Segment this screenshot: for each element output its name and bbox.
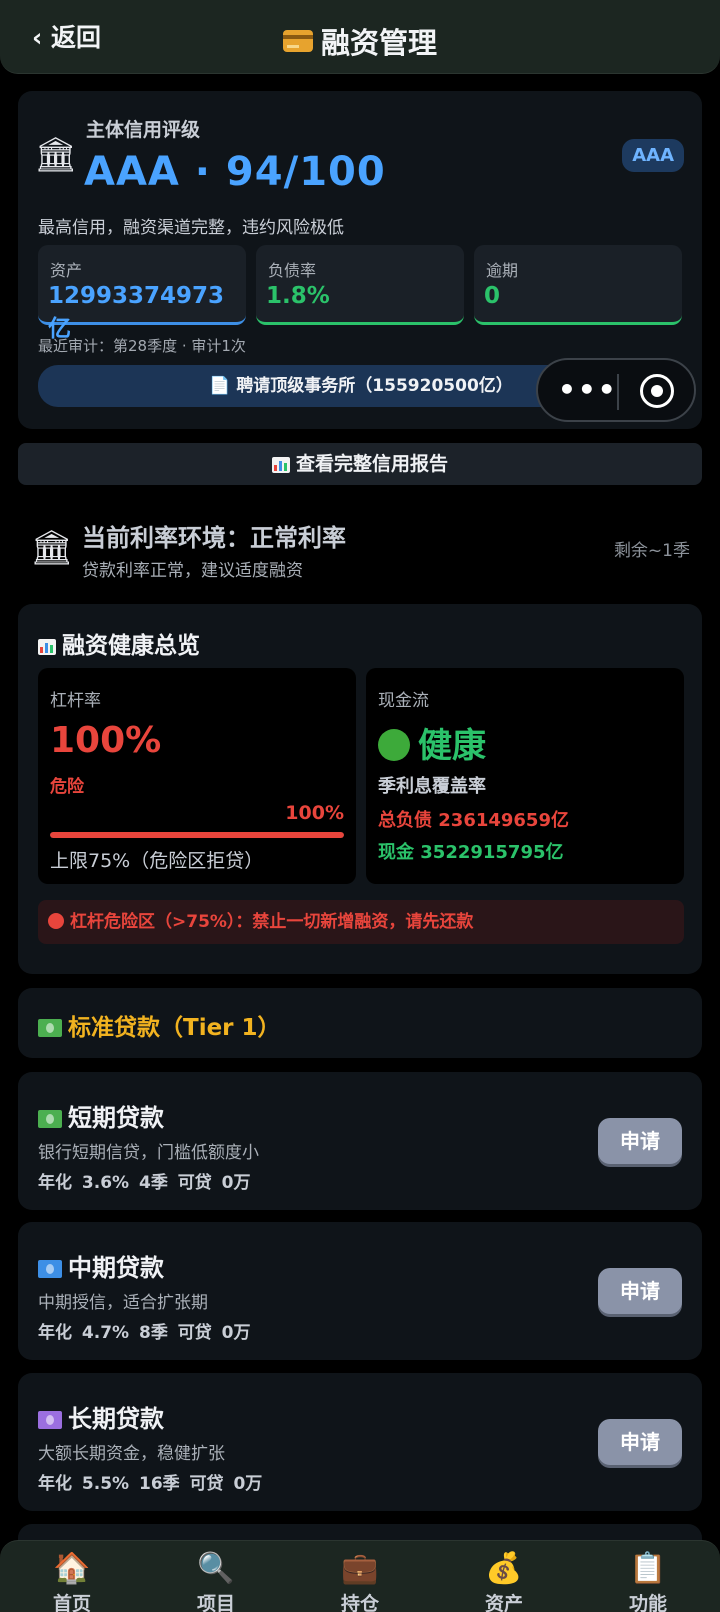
- leverage-warning: 杠杆危险区（>75%）：禁止一切新增融资，请先还款: [38, 900, 684, 944]
- loan-title-text: 长期贷款: [68, 1405, 164, 1433]
- tier-title-text: 标准贷款（Tier 1）: [68, 1015, 281, 1041]
- magnifier-icon: 🔍: [197, 1551, 235, 1586]
- stat-label: 逾期: [486, 261, 519, 280]
- loan-description: 大额长期资金，稳健扩张: [38, 1444, 225, 1464]
- loan-description: 银行短期信贷，门槛低额度小: [38, 1143, 259, 1163]
- leverage-box: 杠杆率 100% 危险 100% 上限75%（危险区拒贷）: [38, 668, 356, 884]
- health-title: 融资健康总览: [38, 626, 200, 660]
- tier-title: 标准贷款（Tier 1）: [38, 1008, 281, 1042]
- mini-program-capsule: •••: [536, 358, 696, 422]
- loan-title: 短期贷款: [38, 1098, 164, 1133]
- nav-home[interactable]: 🏠 首页: [22, 1549, 122, 1612]
- bottom-navigation: 🏠 首页 🔍 项目 💼 持仓 💰 资产 📋 功能: [0, 1540, 720, 1612]
- loan-title-text: 短期贷款: [68, 1104, 164, 1132]
- money-bag-icon: 💰: [485, 1551, 523, 1586]
- loan-description: 中期授信，适合扩张期: [38, 1293, 208, 1313]
- loan-card-short: 短期贷款 银行短期信贷，门槛低额度小 年化 3.6% 4季 可贷 0万 申请: [18, 1072, 702, 1210]
- top-bar: ‹ 返回 融资管理: [0, 0, 720, 74]
- document-icon: 📄: [209, 376, 231, 396]
- loan-terms: 年化 4.7% 8季 可贷 0万: [38, 1323, 251, 1343]
- loan-card-medium: 中期贷款 中期授信，适合扩张期 年化 4.7% 8季 可贷 0万 申请: [18, 1222, 702, 1360]
- target-close-icon[interactable]: [640, 374, 674, 408]
- cashflow-box: 现金流 健康 季利息覆盖率 总负债 236149659亿 现金 35229157…: [366, 668, 684, 884]
- full-credit-report-button[interactable]: 查看完整信用报告: [18, 443, 702, 485]
- red-circle-icon: [48, 913, 64, 929]
- money-green-icon: [38, 1110, 62, 1128]
- leverage-label: 杠杆率: [50, 691, 101, 711]
- bank-icon: 🏛: [34, 135, 78, 175]
- nav-label: 资产: [484, 1593, 523, 1612]
- nav-assets[interactable]: 💰 资产: [454, 1549, 554, 1612]
- stat-value: 0: [484, 283, 501, 309]
- bank-icon: 🏛: [30, 528, 74, 568]
- credit-rating-label: 主体信用评级: [86, 119, 201, 141]
- nav-label: 持仓: [340, 1593, 379, 1612]
- audit-info: 最近审计：第28季度 · 审计1次: [38, 337, 246, 355]
- loan-title: 长期贷款: [38, 1399, 164, 1434]
- stat-label: 负债率: [268, 261, 317, 280]
- clipboard-icon: 📋: [629, 1551, 667, 1586]
- credit-description: 最高信用，融资渠道完整，违约风险极低: [38, 218, 344, 238]
- tier-header: 标准贷款（Tier 1）: [18, 988, 702, 1058]
- loan-title: 中期贷款: [38, 1248, 164, 1283]
- health-title-text: 融资健康总览: [62, 633, 200, 659]
- nav-label: 首页: [52, 1593, 91, 1612]
- coverage-label: 季利息覆盖率: [378, 776, 486, 797]
- stat-debt-ratio: 负债率 1.8%: [256, 245, 464, 325]
- loan-card-long: 长期贷款 大额长期资金，稳健扩张 年化 5.5% 16季 可贷 0万 申请: [18, 1373, 702, 1511]
- apply-button[interactable]: 申请: [598, 1268, 682, 1314]
- briefcase-icon: 💼: [341, 1551, 379, 1586]
- credit-card-icon: [282, 30, 313, 52]
- stat-assets: 资产 12993374973亿: [38, 245, 246, 342]
- title-wrap: 融资管理: [0, 20, 720, 62]
- cashflow-status-text: 健康: [418, 726, 486, 766]
- cashflow-status: 健康: [378, 718, 486, 767]
- money-purple-icon: [38, 1411, 62, 1429]
- leverage-bar-label: 100%: [285, 802, 344, 824]
- loan-terms: 年化 5.5% 16季 可贷 0万: [38, 1474, 263, 1494]
- leverage-warning-text: 杠杆危险区（>75%）：禁止一切新增融资，请先还款: [70, 912, 474, 932]
- house-icon: 🏠: [53, 1551, 91, 1586]
- full-credit-report-label: 查看完整信用报告: [295, 453, 448, 475]
- more-dots-icon[interactable]: •••: [558, 374, 618, 406]
- leverage-bar: [50, 832, 344, 838]
- leverage-bar-fill: [50, 832, 344, 838]
- cashflow-label: 现金流: [378, 691, 429, 711]
- loan-terms: 年化 3.6% 4季 可贷 0万: [38, 1173, 251, 1193]
- apply-button[interactable]: 申请: [598, 1419, 682, 1465]
- nav-holdings[interactable]: 💼 持仓: [310, 1549, 410, 1612]
- rate-remaining: 剩余~1季: [613, 541, 690, 561]
- rate-environment-title: 当前利率环境：正常利率: [82, 524, 346, 552]
- bar-chart-icon: [271, 456, 290, 473]
- apply-button[interactable]: 申请: [598, 1118, 682, 1164]
- cash-amount: 现金 3522915795亿: [378, 842, 564, 863]
- rating-badge: AAA: [622, 139, 684, 172]
- bar-chart-icon: [38, 638, 56, 655]
- stat-value: 12993374973亿: [48, 283, 225, 342]
- nav-label: 功能: [628, 1593, 667, 1612]
- leverage-value: 100%: [50, 720, 162, 761]
- loan-title-text: 中期贷款: [68, 1254, 164, 1282]
- stat-label: 资产: [50, 261, 83, 280]
- money-blue-icon: [38, 1260, 62, 1278]
- nav-label: 项目: [196, 1593, 235, 1612]
- stat-overdue: 逾期 0: [474, 245, 682, 325]
- financing-health-card: 融资健康总览 杠杆率 100% 危险 100% 上限75%（危险区拒贷） 现金流…: [18, 604, 702, 974]
- hire-auditor-label: 聘请顶级事务所（155920500亿）: [236, 376, 513, 396]
- leverage-limit: 上限75%（危险区拒贷）: [50, 850, 264, 872]
- total-debt: 总负债 236149659亿: [378, 810, 569, 831]
- nav-functions[interactable]: 📋 功能: [598, 1549, 698, 1612]
- rate-environment-subtitle: 贷款利率正常，建议适度融资: [82, 561, 303, 581]
- leverage-status: 危险: [50, 777, 84, 797]
- stat-value: 1.8%: [266, 283, 330, 309]
- nav-projects[interactable]: 🔍 项目: [166, 1549, 266, 1612]
- money-green-icon: [38, 1019, 62, 1037]
- green-circle-icon: [378, 729, 410, 761]
- credit-rating-value: AAA · 94/100: [84, 149, 386, 195]
- page-title: 融资管理: [320, 26, 437, 60]
- capsule-divider: [617, 374, 619, 410]
